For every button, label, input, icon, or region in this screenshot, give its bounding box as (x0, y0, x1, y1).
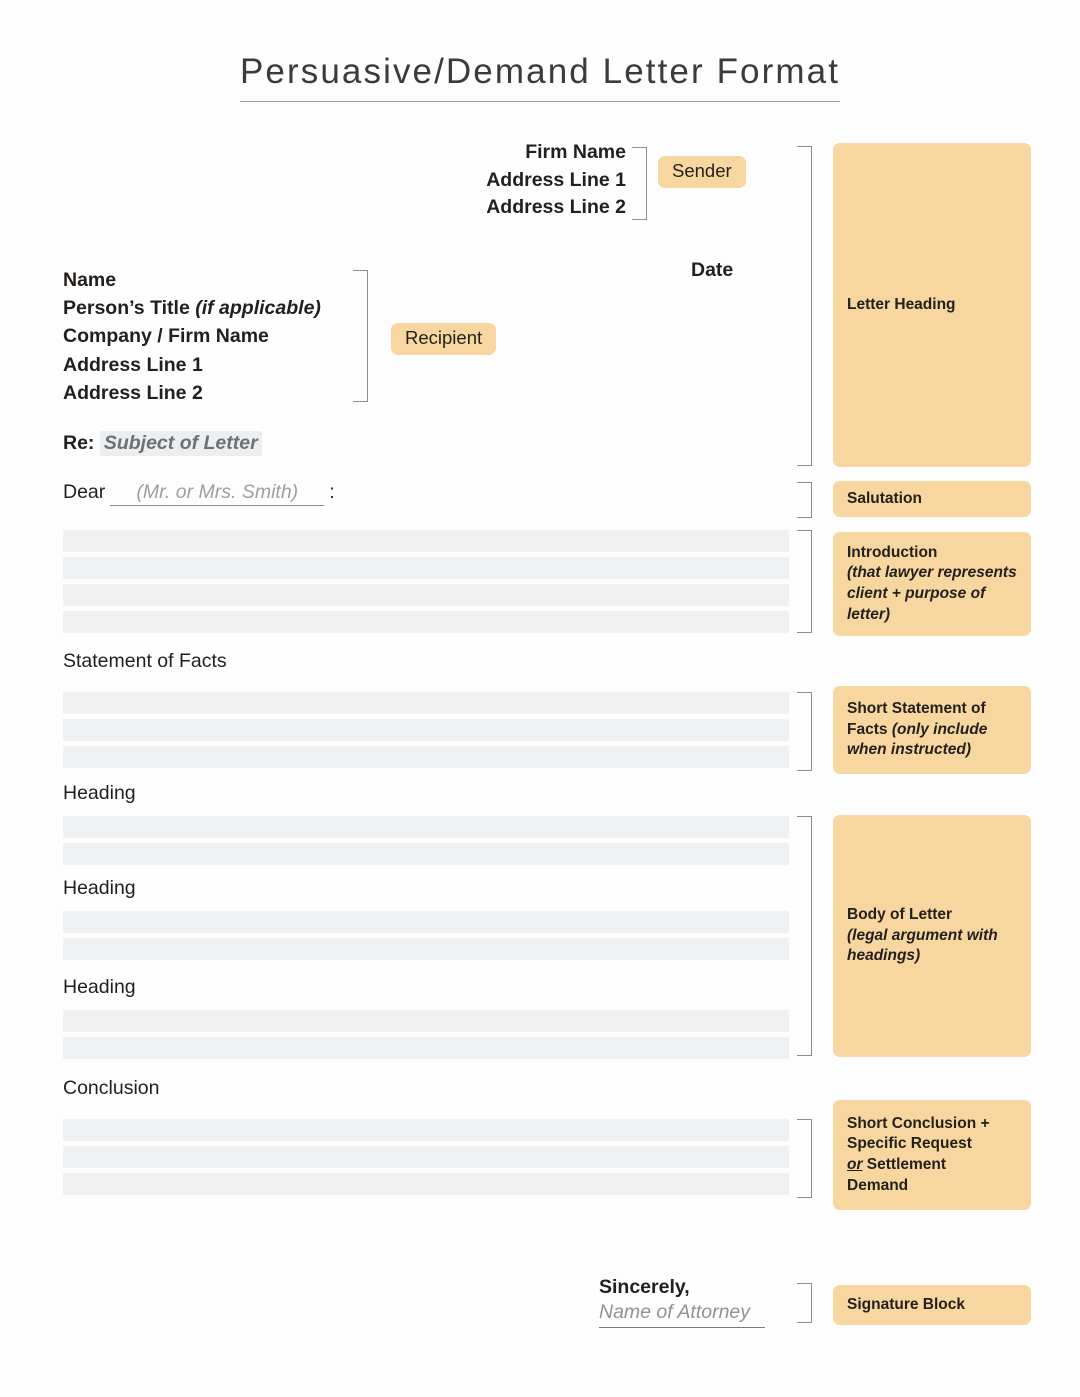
annotation-salutation-text: Salutation (847, 489, 922, 507)
salutation-colon: : (329, 481, 335, 503)
section-heading-statement-of-facts: Statement of Facts (63, 650, 227, 672)
conclusion-bracket (797, 1119, 812, 1198)
placeholder-line (63, 1010, 789, 1032)
body-2-placeholder-lines (63, 911, 789, 965)
annotation-signature-block-text: Signature Block (847, 1295, 965, 1313)
annotation-letter-heading: Letter Heading (833, 143, 1031, 467)
body-3-placeholder-lines (63, 1010, 789, 1064)
placeholder-line (63, 557, 789, 579)
placeholder-line (63, 843, 789, 865)
recipient-bracket (353, 270, 368, 402)
annotation-body-note: (legal argument with headings) (847, 926, 998, 965)
annotation-body-title: Body of Letter (847, 906, 953, 924)
placeholder-line (63, 530, 789, 552)
statement-of-facts-bracket (797, 692, 812, 771)
placeholder-line (63, 1119, 789, 1141)
placeholder-line (63, 1173, 789, 1195)
sender-address-block: Firm Name Address Line 1 Address Line 2 (330, 139, 626, 222)
salutation-name-field[interactable]: (Mr. or Mrs. Smith) (110, 481, 325, 506)
salutation-greeting: Dear (63, 481, 106, 503)
placeholder-line (63, 1037, 789, 1059)
annotation-introduction-title: Introduction (847, 543, 938, 561)
annotation-body-of-letter: Body of Letter (legal argument with head… (833, 815, 1031, 1057)
annotation-conclusion-or: or (847, 1156, 863, 1173)
introduction-bracket (797, 530, 812, 633)
sender-line-address-1: Address Line 1 (486, 168, 626, 191)
sender-line-address-2: Address Line 2 (486, 196, 626, 218)
salutation-bracket (797, 482, 812, 518)
statement-of-facts-placeholder-lines (63, 692, 789, 773)
annotation-conclusion-line-2: Specific Request (847, 1135, 972, 1153)
page-title-text: Persuasive/Demand Letter Format (239, 52, 841, 102)
page-title: Persuasive/Demand Letter Format (0, 52, 1080, 102)
placeholder-line (63, 692, 789, 714)
sender-badge: Sender (658, 156, 746, 188)
recipient-title-label: Person’s Title (63, 297, 196, 320)
salutation-line: Dear (Mr. or Mrs. Smith): (63, 481, 335, 506)
signature-block: Sincerely, Name of Attorney (599, 1275, 765, 1328)
signature-closing: Sincerely, (599, 1276, 690, 1298)
recipient-line-company: Company / Firm Name (63, 325, 269, 348)
recipient-line-name: Name (63, 269, 117, 291)
annotation-letter-heading-text: Letter Heading (847, 295, 956, 313)
recipient-address-block: Name Person’s Title (if applicable) Comp… (63, 266, 321, 407)
placeholder-line (63, 816, 789, 838)
placeholder-line (63, 584, 789, 606)
annotation-salutation: Salutation (833, 481, 1031, 517)
annotation-conclusion-line-4: Demand (847, 1176, 909, 1194)
introduction-placeholder-lines (63, 530, 789, 638)
placeholder-line (63, 746, 789, 768)
placeholder-line (63, 611, 789, 633)
date-label: Date (691, 259, 734, 281)
section-heading-body-1: Heading (63, 782, 136, 804)
section-heading-body-2: Heading (63, 877, 136, 899)
section-heading-body-3: Heading (63, 976, 136, 998)
annotation-conclusion-line-3: Settlement (862, 1156, 947, 1173)
conclusion-placeholder-lines (63, 1119, 789, 1200)
subject-label: Re: (63, 432, 95, 454)
body-of-letter-bracket (797, 816, 812, 1056)
body-1-placeholder-lines (63, 816, 789, 870)
sender-line-firm-name: Firm Name (525, 141, 626, 163)
annotation-statement-of-facts: Short Statement of Facts (only include w… (833, 686, 1031, 774)
placeholder-line (63, 719, 789, 741)
letter-heading-bracket (797, 146, 812, 466)
placeholder-line (63, 911, 789, 933)
signature-block-bracket (797, 1283, 812, 1323)
recipient-badge: Recipient (391, 323, 497, 355)
subject-value: Subject of Letter (99, 431, 262, 456)
annotation-signature-block: Signature Block (833, 1285, 1031, 1325)
annotation-conclusion-line-1: Short Conclusion + (847, 1114, 990, 1132)
subject-line: Re: Subject of Letter (63, 431, 262, 456)
annotation-introduction-note: (that lawyer represents client + purpose… (847, 564, 1017, 623)
section-heading-conclusion: Conclusion (63, 1077, 160, 1099)
sender-bracket (632, 147, 647, 220)
signature-name-field[interactable]: Name of Attorney (599, 1300, 765, 1328)
placeholder-line (63, 1146, 789, 1168)
placeholder-line (63, 938, 789, 960)
annotation-conclusion: Short Conclusion + Specific Request or S… (833, 1100, 1031, 1210)
recipient-line-address-2: Address Line 2 (63, 381, 203, 404)
recipient-title-note: (if applicable) (195, 297, 321, 320)
recipient-line-address-1: Address Line 1 (63, 353, 203, 376)
recipient-line-title: Person’s Title (if applicable) (63, 294, 321, 322)
annotation-introduction: Introduction (that lawyer represents cli… (833, 532, 1031, 636)
